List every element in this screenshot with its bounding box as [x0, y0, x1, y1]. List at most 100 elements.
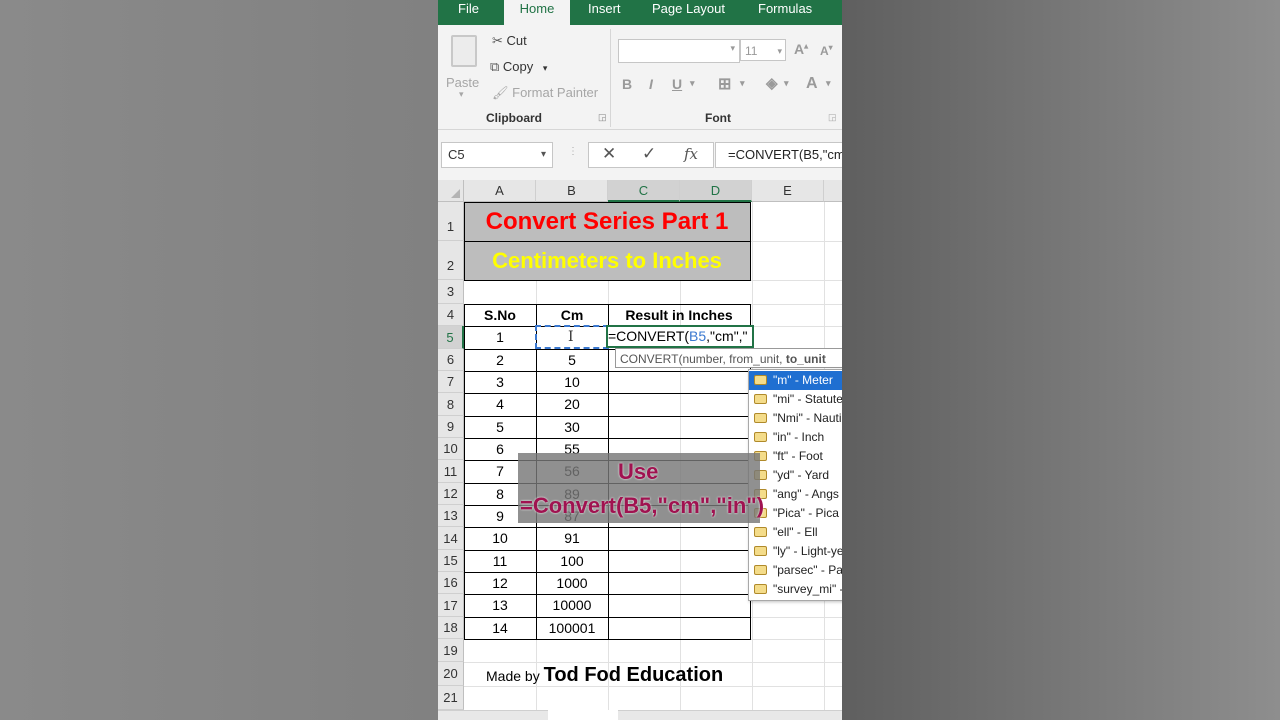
unit-option[interactable]: "m" - Meter	[749, 371, 842, 390]
cm-cell[interactable]: 5	[536, 349, 608, 371]
tab-page-layout[interactable]: Page Layout	[652, 0, 725, 25]
unit-option-label: "parsec" - Pa	[773, 563, 842, 577]
row-header-20[interactable]: 20	[438, 662, 464, 686]
row-header-21[interactable]: 21	[438, 686, 464, 710]
cm-cell[interactable]: 91	[536, 527, 608, 550]
chevron-down-icon[interactable]: ▾	[740, 78, 745, 89]
font-color-icon[interactable]: A	[806, 75, 818, 93]
tab-home[interactable]: Home	[504, 0, 570, 25]
made-by-credit: Made by Tod Fod Education	[486, 664, 723, 687]
row-header-12[interactable]: 12	[438, 483, 464, 505]
sno-cell[interactable]: 12	[464, 572, 536, 594]
column-header-b[interactable]: B	[536, 180, 608, 202]
increase-font-icon[interactable]: A▴	[794, 41, 808, 57]
row-header-6[interactable]: 6	[438, 349, 464, 371]
cm-cell[interactable]: 10000	[536, 594, 608, 617]
chevron-down-icon: ▾	[777, 46, 782, 56]
sno-cell[interactable]: 5	[464, 416, 536, 438]
cm-cell[interactable]: 30	[536, 416, 608, 438]
sheet-subtitle[interactable]: Centimeters to Inches	[464, 241, 750, 280]
sno-cell[interactable]: 1	[464, 326, 536, 349]
unit-option[interactable]: "ly" - Light-ye	[749, 542, 842, 561]
chevron-down-icon[interactable]: ▾	[784, 78, 789, 89]
sno-cell[interactable]: 3	[464, 371, 536, 393]
dialog-launcher-icon[interactable]: ◲	[598, 112, 607, 123]
paste-button[interactable]: Paste ▾	[446, 31, 480, 101]
row-header-5[interactable]: 5	[438, 326, 464, 349]
name-box[interactable]: C5 ▾	[441, 142, 553, 168]
column-header-e[interactable]: E	[752, 180, 824, 202]
fill-color-icon[interactable]: ◈	[766, 74, 778, 92]
enter-check-icon[interactable]: ✓	[642, 144, 656, 164]
sheet-title[interactable]: Convert Series Part 1	[464, 202, 750, 241]
column-header-d[interactable]: D	[680, 180, 752, 202]
tab-file[interactable]: File	[458, 0, 479, 25]
unit-option[interactable]: "ft" - Foot	[749, 447, 842, 466]
cut-button[interactable]: ✂ Cut	[492, 33, 527, 49]
row-header-17[interactable]: 17	[438, 594, 464, 617]
cm-cell[interactable]: 100001	[536, 617, 608, 639]
dialog-launcher-icon[interactable]: ◲	[828, 112, 837, 123]
row-header-15[interactable]: 15	[438, 550, 464, 572]
unit-option[interactable]: "in" - Inch	[749, 428, 842, 447]
font-size-combobox[interactable]: 11 ▾	[740, 39, 786, 61]
borders-icon[interactable]: ⊞	[718, 74, 731, 94]
row-header-16[interactable]: 16	[438, 572, 464, 594]
row-header-9[interactable]: 9	[438, 416, 464, 438]
sno-cell[interactable]: 14	[464, 617, 536, 639]
unit-option[interactable]: "ell" - Ell	[749, 523, 842, 542]
italic-button[interactable]: I	[649, 76, 653, 92]
row-header-13[interactable]: 13	[438, 505, 464, 527]
column-header-a[interactable]: A	[464, 180, 536, 202]
unit-option[interactable]: "mi" - Statute	[749, 390, 842, 409]
sno-cell[interactable]: 2	[464, 349, 536, 371]
tooltip-current-arg: to_unit	[785, 352, 826, 366]
column-header-f[interactable]	[824, 180, 842, 202]
row-header-11[interactable]: 11	[438, 460, 464, 483]
cm-cell[interactable]: 20	[536, 393, 608, 416]
row-header-18[interactable]: 18	[438, 617, 464, 639]
formula-input[interactable]: =CONVERT(B5,"cm"	[715, 142, 842, 168]
sno-cell[interactable]: 11	[464, 550, 536, 572]
font-name-combobox[interactable]: ▾	[618, 39, 740, 63]
chevron-down-icon[interactable]: ▾	[826, 78, 831, 89]
unit-option-icon	[754, 375, 767, 385]
cm-cell[interactable]: 100	[536, 550, 608, 572]
sno-cell[interactable]: 13	[464, 594, 536, 617]
row-header-4[interactable]: 4	[438, 304, 464, 326]
tab-insert[interactable]: Insert	[588, 0, 621, 25]
header-cell-cm[interactable]: Cm	[536, 304, 608, 326]
unit-option[interactable]: "parsec" - Pa	[749, 561, 842, 580]
copy-button[interactable]: ⧉ Copy ▾	[490, 59, 547, 75]
row-header-7[interactable]: 7	[438, 371, 464, 393]
unit-option[interactable]: "survey_mi" -	[749, 580, 842, 599]
bold-button[interactable]: B	[622, 76, 632, 92]
unit-option[interactable]: "yd" - Yard	[749, 466, 842, 485]
insert-function-icon[interactable]: fx	[684, 145, 698, 163]
sheet-tab[interactable]	[548, 710, 618, 720]
column-header-c[interactable]: C	[608, 180, 680, 202]
sno-cell[interactable]: 4	[464, 393, 536, 416]
active-cell-c5[interactable]: =CONVERT(B5,"cm","	[606, 325, 754, 348]
row-header-10[interactable]: 10	[438, 438, 464, 460]
cm-cell[interactable]: 1000	[536, 572, 608, 594]
cm-cell[interactable]: 10	[536, 371, 608, 393]
row-header-3[interactable]: 3	[438, 280, 464, 304]
row-header-14[interactable]: 14	[438, 527, 464, 550]
row-header-8[interactable]: 8	[438, 393, 464, 416]
row-header-2[interactable]: 2	[438, 241, 464, 280]
chevron-down-icon[interactable]: ▾	[690, 78, 695, 89]
underline-button[interactable]: U	[672, 76, 682, 92]
row-header-19[interactable]: 19	[438, 639, 464, 662]
select-all-button[interactable]	[438, 180, 464, 202]
sno-cell[interactable]: 10	[464, 527, 536, 550]
row-header-1[interactable]: 1	[438, 202, 464, 241]
header-cell-sno[interactable]: S.No	[464, 304, 536, 326]
format-painter-button[interactable]: 🖌 Format Painter	[492, 85, 598, 101]
decrease-font-icon[interactable]: A▾	[820, 43, 833, 58]
cancel-icon[interactable]: ✕	[602, 144, 616, 164]
unit-option-icon	[754, 584, 767, 594]
unit-option[interactable]: "Nmi" - Nauti	[749, 409, 842, 428]
tab-formulas[interactable]: Formulas	[758, 0, 812, 25]
header-cell-result[interactable]: Result in Inches	[608, 304, 750, 326]
